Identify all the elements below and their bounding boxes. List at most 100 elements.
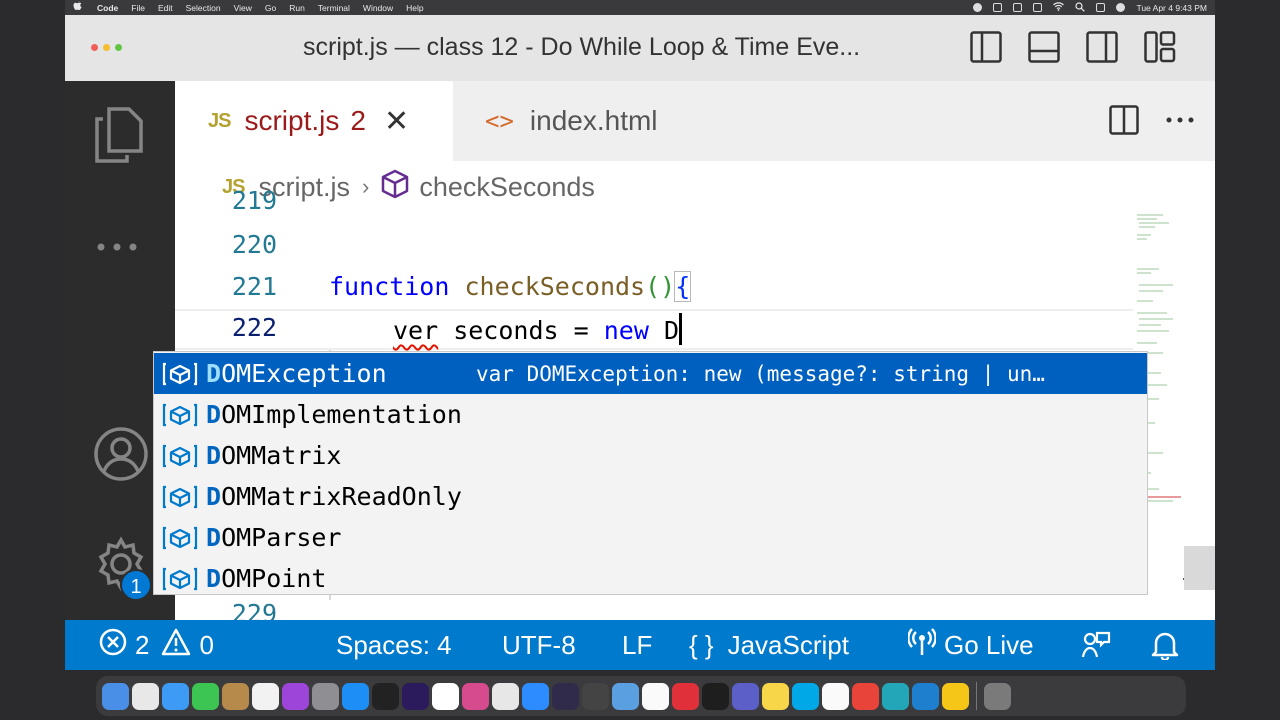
keyword-new: new	[603, 316, 649, 345]
open-brace: {	[674, 271, 692, 302]
xcode-icon[interactable]	[612, 682, 639, 710]
suggestion-item[interactable]: DOMPoint	[154, 558, 1147, 599]
class-symbol-icon	[154, 402, 206, 428]
vscode-icon[interactable]	[912, 682, 939, 710]
menu-window[interactable]: Window	[363, 3, 393, 13]
skype-icon[interactable]	[792, 682, 819, 710]
input-source-icon[interactable]	[1013, 3, 1023, 12]
code-text: ver seconds = new D	[393, 313, 682, 345]
reminders-icon[interactable]	[252, 682, 279, 710]
podcasts-icon[interactable]	[282, 682, 309, 710]
menu-view[interactable]: View	[234, 3, 252, 13]
menu-edit[interactable]: Edit	[158, 3, 173, 13]
suggestion-label-rest: OMMatrix	[221, 441, 342, 470]
match-highlight: D	[206, 564, 222, 593]
minimize-window-button[interactable]	[103, 44, 110, 51]
display-icon[interactable]	[993, 3, 1003, 12]
menu-help[interactable]: Help	[406, 3, 423, 13]
toggle-primary-sidebar-icon[interactable]	[970, 31, 1002, 63]
suggestion-label: DOMImplementation	[206, 400, 462, 429]
launchpad-icon[interactable]	[132, 682, 159, 710]
suggestion-label: DOMParser	[206, 523, 341, 552]
line-ending-setting[interactable]: LF	[622, 620, 652, 670]
close-tab-icon[interactable]: ✕	[384, 104, 409, 139]
language-mode[interactable]: { } JavaScript	[689, 620, 849, 670]
apple-icon[interactable]	[73, 1, 85, 14]
menubar-clock[interactable]: Tue Apr 4 9:43 PM	[1136, 3, 1207, 13]
system-settings-icon[interactable]	[312, 682, 339, 710]
wifi-icon[interactable]	[1053, 2, 1065, 13]
suggestion-label: DOMException	[206, 359, 387, 388]
search-icon[interactable]	[1075, 1, 1086, 14]
settings-update-badge: 1	[120, 569, 152, 601]
menu-app-name[interactable]: Code	[97, 3, 118, 13]
toggle-panel-icon[interactable]	[1028, 31, 1060, 63]
facetime-icon[interactable]	[192, 682, 219, 710]
calendar-icon[interactable]	[642, 682, 669, 710]
customize-layout-icon[interactable]	[1144, 31, 1176, 63]
capcut-icon[interactable]	[492, 682, 519, 710]
keyword-function: function	[329, 272, 450, 301]
braces-icon: { }	[689, 629, 714, 660]
encoding-setting[interactable]: UTF-8	[502, 620, 576, 670]
notes-book-icon[interactable]	[222, 682, 249, 710]
notes-icon[interactable]	[762, 682, 789, 710]
obs-icon[interactable]	[552, 682, 579, 710]
tab-script-js[interactable]: JS script.js 2 ✕	[175, 81, 453, 161]
browser-icon[interactable]	[432, 682, 459, 710]
suggestion-item[interactable]: DOMException var DOMException: new (mess…	[154, 353, 1147, 394]
split-editor-icon[interactable]	[1109, 105, 1139, 140]
trash-icon[interactable]	[984, 682, 1011, 710]
suggestion-item[interactable]: DOMParser	[154, 517, 1147, 558]
finder-icon[interactable]	[102, 682, 129, 710]
go-live-button[interactable]: Go Live	[907, 620, 1034, 670]
indentation-setting[interactable]: Spaces: 4	[336, 620, 452, 670]
record-icon[interactable]	[973, 3, 983, 12]
suggestion-label: DOMPoint	[206, 564, 326, 593]
terminal-icon[interactable]	[702, 682, 729, 710]
more-actions-icon[interactable]	[1165, 105, 1195, 140]
suggestion-item[interactable]: DOMMatrixReadOnly	[154, 476, 1147, 517]
creative-cloud-icon[interactable]	[462, 682, 489, 710]
slack-icon[interactable]	[822, 682, 849, 710]
siri-icon[interactable]	[1116, 3, 1126, 12]
activity-monitor-icon[interactable]	[372, 682, 399, 710]
problems-indicator[interactable]: 2 0	[99, 620, 214, 670]
mac-menu-bar: Code File Edit Selection View Go Run Ter…	[65, 0, 1215, 15]
suggestion-item[interactable]: DOMMatrix	[154, 435, 1147, 476]
premiere-icon[interactable]	[402, 682, 429, 710]
more-views-icon[interactable]	[95, 239, 143, 257]
chrome-icon[interactable]	[852, 682, 879, 710]
tab-index-html[interactable]: <> index.html	[453, 81, 735, 161]
davinci-icon[interactable]	[582, 682, 609, 710]
safari-icon[interactable]	[162, 682, 189, 710]
zoom-window-button[interactable]	[115, 44, 122, 51]
menu-run[interactable]: Run	[289, 3, 305, 13]
menu-selection[interactable]: Selection	[186, 3, 221, 13]
editor-scrollbar-thumb[interactable]	[1184, 546, 1215, 590]
function-name: checkSeconds	[464, 272, 646, 301]
explorer-icon[interactable]	[93, 107, 145, 168]
control-center-icon[interactable]	[1096, 3, 1106, 12]
accounts-icon[interactable]	[93, 426, 149, 487]
zoom-icon[interactable]	[522, 682, 549, 710]
chrome-canary-icon[interactable]	[942, 682, 969, 710]
anydesk-icon[interactable]	[672, 682, 699, 710]
notifications-bell-icon[interactable]	[1151, 620, 1179, 670]
suggestion-label-rest: OMParser	[221, 523, 342, 552]
toggle-secondary-sidebar-icon[interactable]	[1086, 31, 1118, 63]
feedback-icon[interactable]	[1081, 620, 1111, 670]
broadcast-icon	[907, 627, 937, 664]
code-line: 220	[175, 227, 1133, 268]
teams-icon[interactable]	[732, 682, 759, 710]
suggestion-item[interactable]: DOMImplementation	[154, 394, 1147, 435]
menu-file[interactable]: File	[131, 3, 145, 13]
current-code-line: 222 ver seconds = new D	[175, 309, 1133, 350]
menu-terminal[interactable]: Terminal	[318, 3, 350, 13]
edge-icon[interactable]	[882, 682, 909, 710]
menu-go[interactable]: Go	[265, 3, 276, 13]
app-store-icon[interactable]	[342, 682, 369, 710]
class-symbol-icon	[154, 484, 206, 510]
accessibility-icon[interactable]	[1033, 3, 1043, 12]
close-window-button[interactable]	[91, 44, 98, 51]
